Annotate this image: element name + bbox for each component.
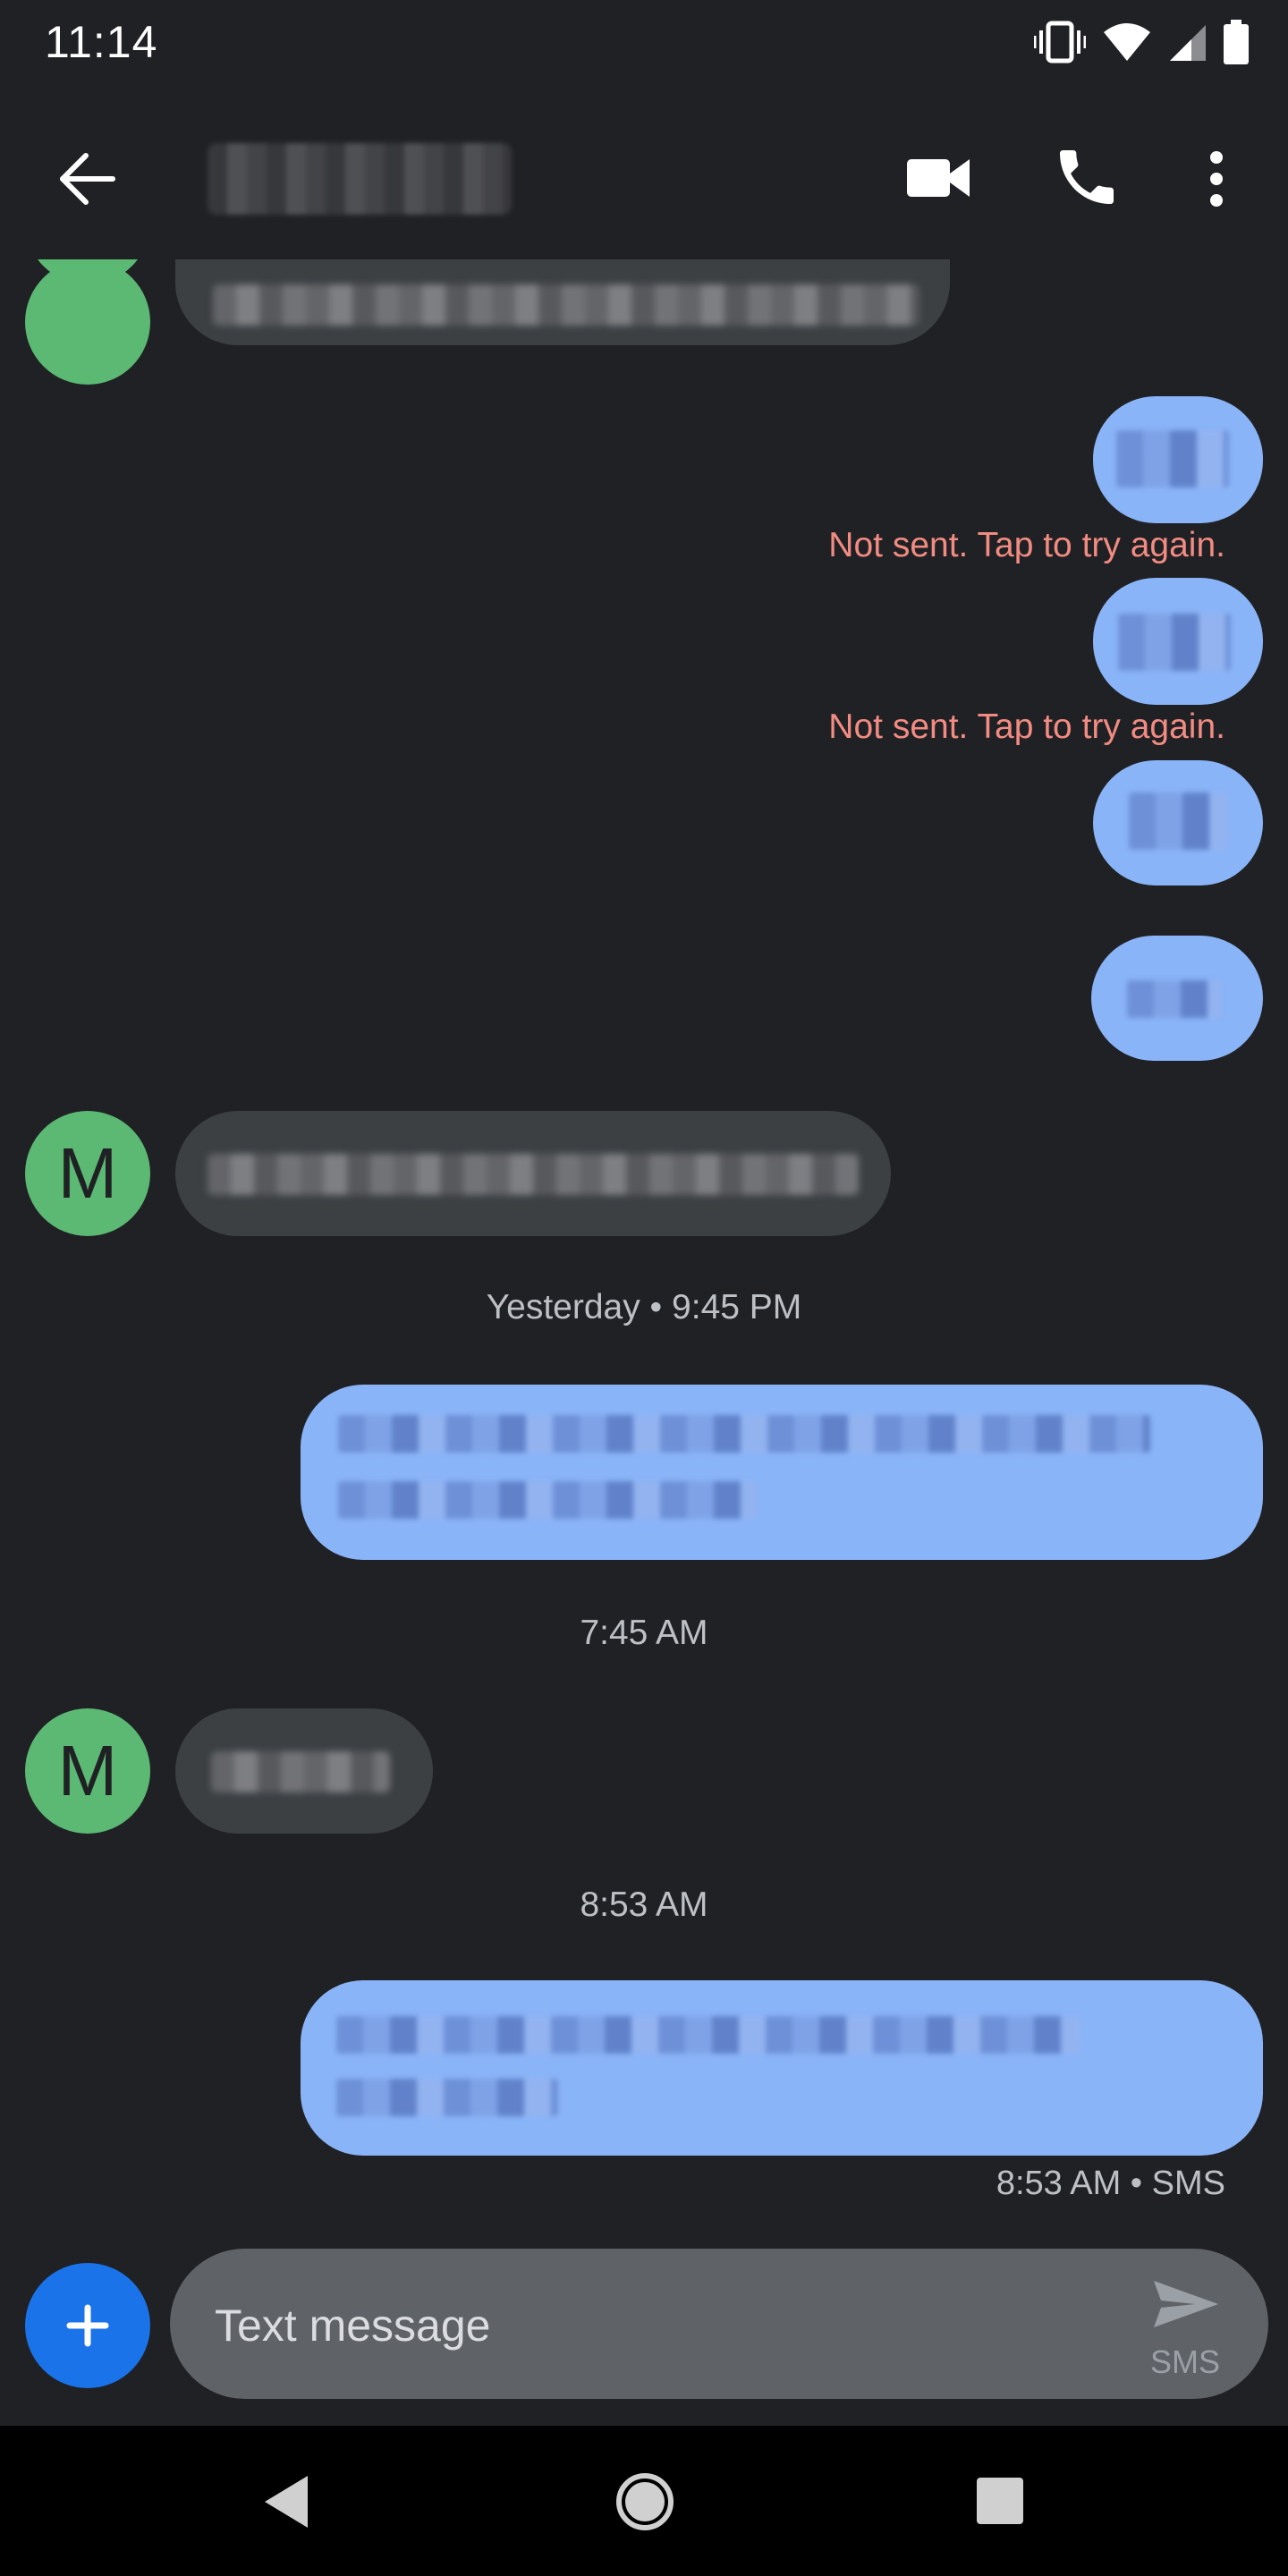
redacted-text xyxy=(211,1751,390,1792)
incoming-message-bubble[interactable] xyxy=(175,1708,433,1834)
app-bar: redacted xyxy=(0,89,1288,259)
send-sms-button[interactable]: SMS xyxy=(1145,2274,1225,2381)
nav-back-button[interactable] xyxy=(259,2470,313,2533)
nav-back-icon xyxy=(265,2476,308,2528)
avatar-letter: M xyxy=(57,1731,118,1810)
status-bar: 11:14 xyxy=(0,0,1288,89)
outgoing-message-bubble[interactable] xyxy=(301,1980,1263,2156)
text-message-input[interactable] xyxy=(213,2284,1093,2367)
video-call-button[interactable] xyxy=(903,147,975,209)
vibrate-icon xyxy=(1033,20,1087,69)
incoming-message-bubble[interactable] xyxy=(175,1111,891,1236)
phone-call-button[interactable] xyxy=(1051,141,1123,213)
contact-name: redacted xyxy=(0,89,1,90)
redacted-text xyxy=(338,1481,757,1519)
outgoing-message-bubble[interactable] xyxy=(1093,760,1263,886)
outgoing-message-bubble[interactable] xyxy=(1093,578,1263,705)
more-vert-icon xyxy=(1210,151,1223,207)
nav-recents-icon xyxy=(977,2478,1023,2524)
more-options-button[interactable] xyxy=(1194,143,1239,215)
outgoing-message-bubble[interactable] xyxy=(301,1385,1263,1560)
add-attachment-button[interactable] xyxy=(25,2263,150,2388)
send-label: SMS xyxy=(1149,2343,1220,2380)
nav-home-button[interactable] xyxy=(614,2470,676,2533)
redacted-text xyxy=(1118,614,1231,671)
back-arrow-icon xyxy=(60,153,115,205)
avatar-contact[interactable]: M xyxy=(25,1111,150,1236)
back-button[interactable] xyxy=(52,143,123,215)
contact-name-redacted[interactable] xyxy=(208,143,512,215)
not-sent-error[interactable]: Not sent. Tap to try again. xyxy=(828,708,1225,747)
incoming-message-bubble[interactable] xyxy=(175,259,950,345)
avatar-letter: M xyxy=(58,259,118,263)
message-status: 8:53 AM • SMS xyxy=(996,2165,1225,2202)
avatar-contact[interactable]: M xyxy=(25,1708,150,1834)
redacted-text xyxy=(213,284,919,326)
compose-bar: SMS xyxy=(0,2227,1288,2426)
message-list[interactable]: M Not sent. Tap to try again. Not sent. … xyxy=(0,259,1288,2227)
redacted-text xyxy=(336,2079,558,2116)
system-nav-bar xyxy=(0,2426,1288,2576)
redacted-text xyxy=(338,1415,1150,1453)
status-icons xyxy=(1033,20,1249,69)
phone-icon xyxy=(1060,150,1114,204)
wifi-icon xyxy=(1102,21,1152,67)
timestamp-yesterday: Yesterday • 9:45 PM xyxy=(486,1288,802,1326)
not-sent-error[interactable]: Not sent. Tap to try again. xyxy=(828,526,1225,565)
signal-icon xyxy=(1168,21,1208,67)
video-call-icon xyxy=(907,159,970,197)
compose-field[interactable]: SMS xyxy=(170,2249,1268,2399)
outgoing-message-bubble[interactable] xyxy=(1093,396,1263,523)
redacted-text xyxy=(1127,980,1222,1018)
nav-home-icon xyxy=(616,2473,674,2530)
battery-icon xyxy=(1224,20,1249,69)
redacted-text xyxy=(336,2016,1080,2054)
timestamp-morning: 7:45 AM xyxy=(580,1614,708,1652)
redacted-text xyxy=(208,1154,859,1195)
timestamp-later: 8:53 AM xyxy=(580,1885,708,1924)
redacted-text xyxy=(1116,430,1229,487)
plus-icon xyxy=(66,2304,109,2347)
send-icon xyxy=(1154,2281,1218,2327)
redacted-text xyxy=(1129,792,1227,850)
nav-recents-button[interactable] xyxy=(975,2476,1025,2526)
messages-screen: 11:14 Not sent. Tap to try again. Not se… xyxy=(0,0,1288,2576)
outgoing-message-bubble[interactable] xyxy=(1091,936,1263,1061)
avatar-letter: M xyxy=(57,1133,118,1213)
status-time: 11:14 xyxy=(45,17,158,67)
